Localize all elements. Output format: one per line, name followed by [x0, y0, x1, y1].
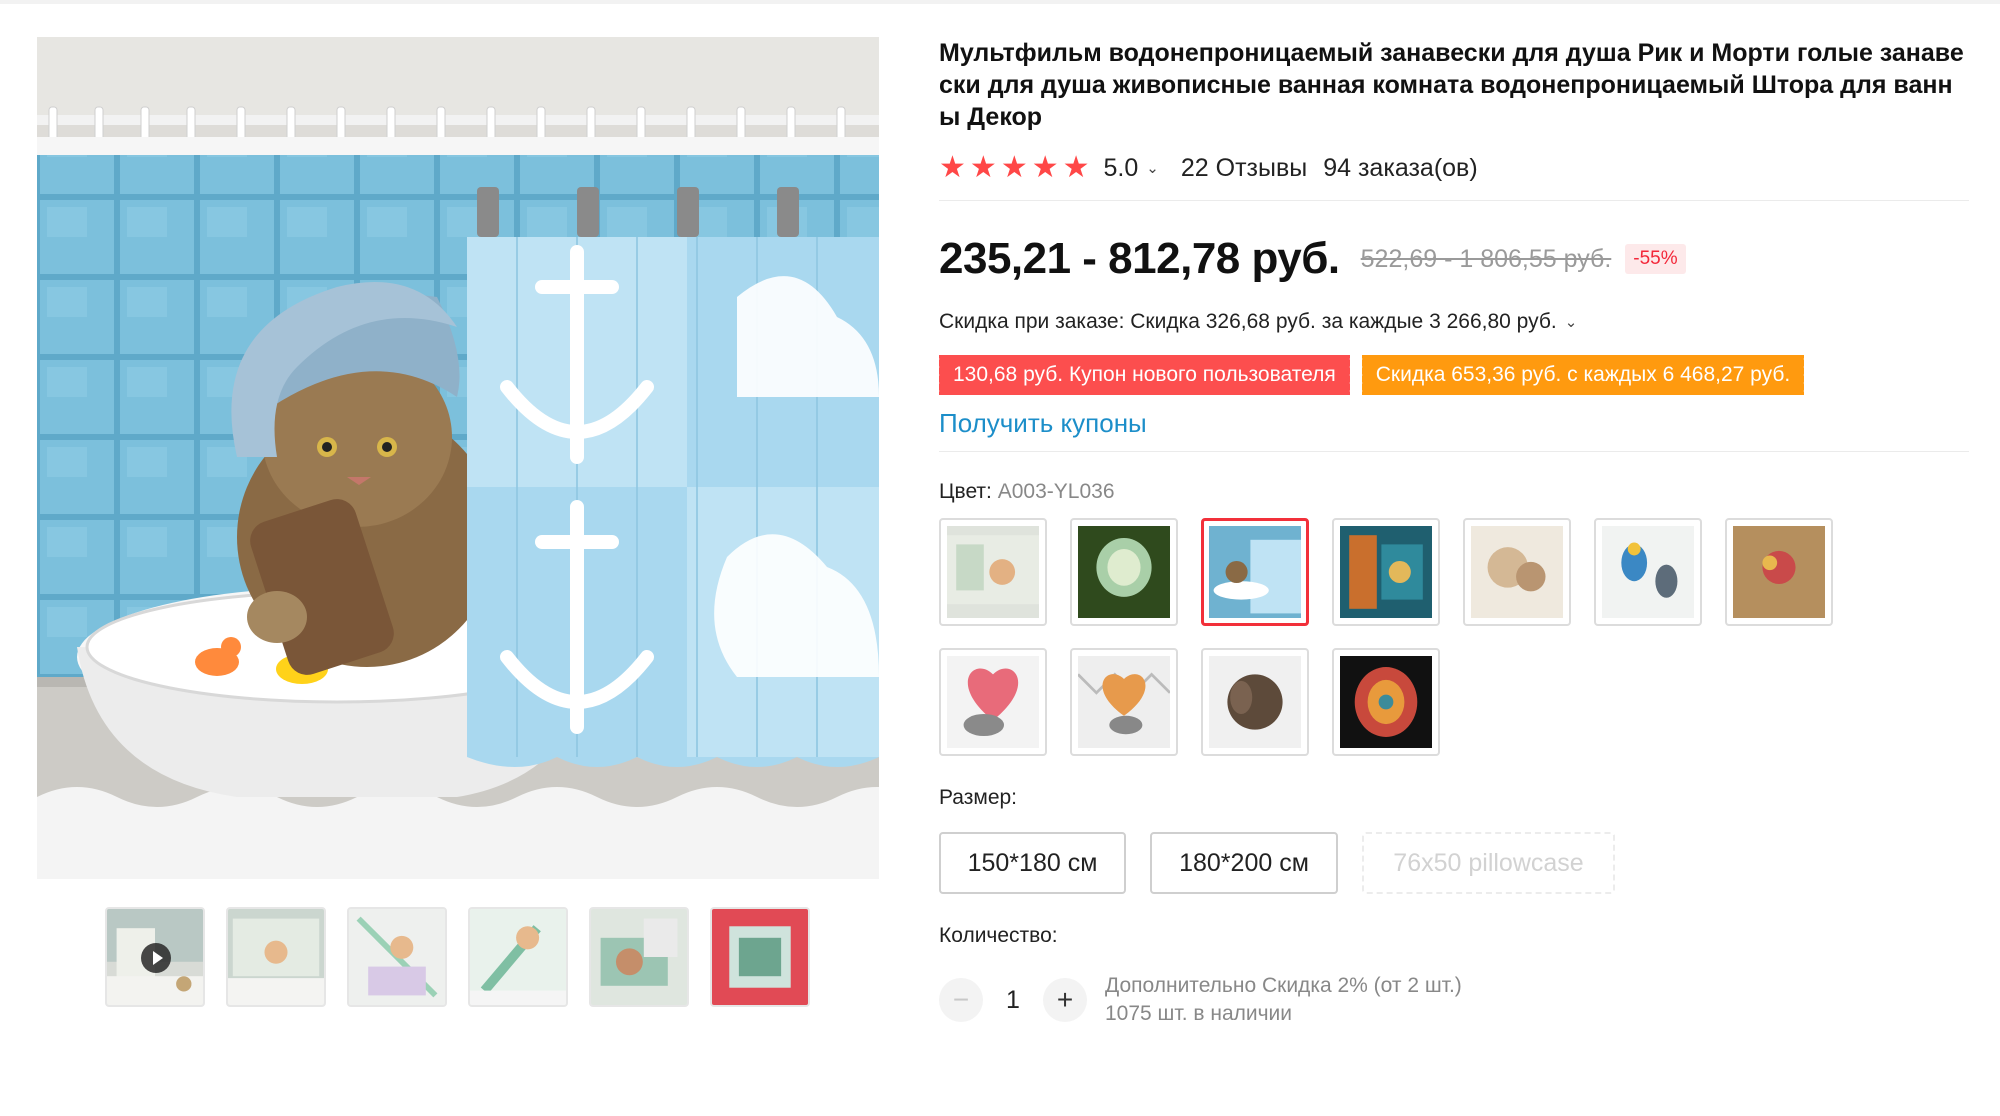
- swatch-image: [947, 656, 1039, 748]
- color-label-text: Цвет:: [939, 480, 992, 503]
- color-swatch[interactable]: [1070, 648, 1178, 756]
- product-title: Мультфильм водонепроницаемый занавески д…: [939, 39, 1964, 131]
- rating-row: ★ ★ ★ ★ ★ 5.0 ⌄ 22 Отзывы 94 заказа(ов): [939, 151, 1969, 185]
- color-swatch-selected[interactable]: [1201, 518, 1309, 626]
- swatch-image: [1078, 656, 1170, 748]
- thumb-image: [591, 909, 687, 1005]
- discount-badge: -55%: [1625, 244, 1686, 274]
- size-options: 150*180 см 180*200 см 76x50 pillowcase: [939, 832, 1969, 894]
- color-swatch[interactable]: [1332, 648, 1440, 756]
- gallery-thumb[interactable]: [468, 907, 568, 1007]
- swatch-image: [947, 526, 1039, 618]
- swatch-image: [1602, 526, 1694, 618]
- gallery-thumb[interactable]: [589, 907, 689, 1007]
- chevron-down-icon[interactable]: ⌄: [1565, 313, 1578, 331]
- get-coupons-link[interactable]: Получить купоны: [939, 405, 1147, 441]
- shower-curtain-cat-picture: [37, 37, 879, 879]
- gallery-thumb[interactable]: [226, 907, 326, 1007]
- price-row: 235,21 - 812,78 руб. 522,69 - 1 806,55 р…: [939, 231, 1969, 287]
- gallery-thumbnails: [105, 907, 810, 1007]
- star-icon: ★: [969, 151, 997, 184]
- size-option-180x200[interactable]: 180*200 см: [1150, 832, 1338, 894]
- swatch-image: [1340, 526, 1432, 618]
- swatch-image: [1471, 526, 1563, 618]
- original-price: 522,69 - 1 806,55 руб.: [1360, 244, 1612, 273]
- color-swatch[interactable]: [1070, 518, 1178, 626]
- decrease-quantity-button[interactable]: −: [939, 978, 983, 1022]
- star-icon: ★: [1062, 151, 1090, 184]
- gallery-thumb-video[interactable]: [105, 907, 205, 1007]
- divider: [939, 200, 1969, 201]
- store-discount-coupon[interactable]: Скидка 653,36 руб. с каждых 6 468,27 руб…: [1359, 355, 1807, 395]
- swatch-image: [1209, 526, 1301, 618]
- thumb-image: [712, 909, 808, 1005]
- color-swatch[interactable]: [1332, 518, 1440, 626]
- rating-stars: ★ ★ ★ ★ ★: [939, 153, 1090, 183]
- color-label: Цвет: A003-YL036: [939, 480, 1969, 508]
- main-product-image[interactable]: [37, 37, 879, 879]
- new-user-coupon[interactable]: 130,68 руб. Купон нового пользователя: [937, 355, 1352, 395]
- size-label: Размер:: [939, 786, 1018, 809]
- color-swatch[interactable]: [1594, 518, 1702, 626]
- star-icon: ★: [1031, 151, 1059, 184]
- product-info: Мультфильм водонепроницаемый занавески д…: [937, 37, 1969, 1028]
- color-selected-value: A003-YL036: [997, 480, 1115, 503]
- orders-count: 94 заказа(ов): [1323, 153, 1478, 182]
- stock-text: 1075 шт. в наличии: [1105, 1002, 1293, 1025]
- thumb-image: [349, 909, 445, 1005]
- color-swatch[interactable]: [1201, 648, 1309, 756]
- quantity-value[interactable]: 1: [983, 986, 1043, 1015]
- chevron-down-icon[interactable]: ⌄: [1146, 159, 1159, 177]
- size-option-pillowcase-disabled: 76x50 pillowcase: [1362, 832, 1615, 894]
- gallery-thumb[interactable]: [347, 907, 447, 1007]
- color-swatch[interactable]: [939, 518, 1047, 626]
- star-icon: ★: [939, 151, 966, 184]
- gallery-thumb[interactable]: [710, 907, 810, 1007]
- increase-quantity-button[interactable]: +: [1043, 978, 1087, 1022]
- bulk-discount[interactable]: Скидка при заказе: Скидка 326,68 руб. за…: [939, 307, 1969, 337]
- thumb-image: [228, 909, 324, 1005]
- rating-value[interactable]: 5.0: [1104, 154, 1139, 183]
- size-option-150x180[interactable]: 150*180 см: [939, 832, 1126, 894]
- swatch-image: [1340, 656, 1432, 748]
- divider: [939, 451, 1969, 452]
- play-icon: [141, 943, 171, 973]
- star-icon: ★: [1000, 151, 1028, 184]
- color-swatch[interactable]: [1725, 518, 1833, 626]
- swatch-image: [1078, 526, 1170, 618]
- quantity-info: Дополнительно Скидка 2% (от 2 шт.) 1075 …: [1105, 972, 1462, 1028]
- color-swatch[interactable]: [939, 648, 1047, 756]
- swatch-image: [1209, 656, 1301, 748]
- bulk-discount-text: Скидка при заказе: Скидка 326,68 руб. за…: [939, 310, 1557, 333]
- coupons-row: 130,68 руб. Купон нового пользователя Ск…: [937, 355, 1969, 395]
- current-price: 235,21 - 812,78 руб.: [939, 234, 1340, 283]
- extra-discount-text: Дополнительно Скидка 2% (от 2 шт.): [1105, 974, 1462, 997]
- quantity-label: Количество:: [939, 924, 1058, 947]
- thumb-image: [470, 909, 566, 1005]
- reviews-link[interactable]: 22 Отзывы: [1181, 154, 1307, 183]
- swatch-image: [1733, 526, 1825, 618]
- top-divider: [0, 0, 2000, 4]
- color-swatches: [939, 518, 1839, 756]
- color-swatch[interactable]: [1463, 518, 1571, 626]
- quantity-stepper: − 1 + Дополнительно Скидка 2% (от 2 шт.)…: [939, 972, 1969, 1028]
